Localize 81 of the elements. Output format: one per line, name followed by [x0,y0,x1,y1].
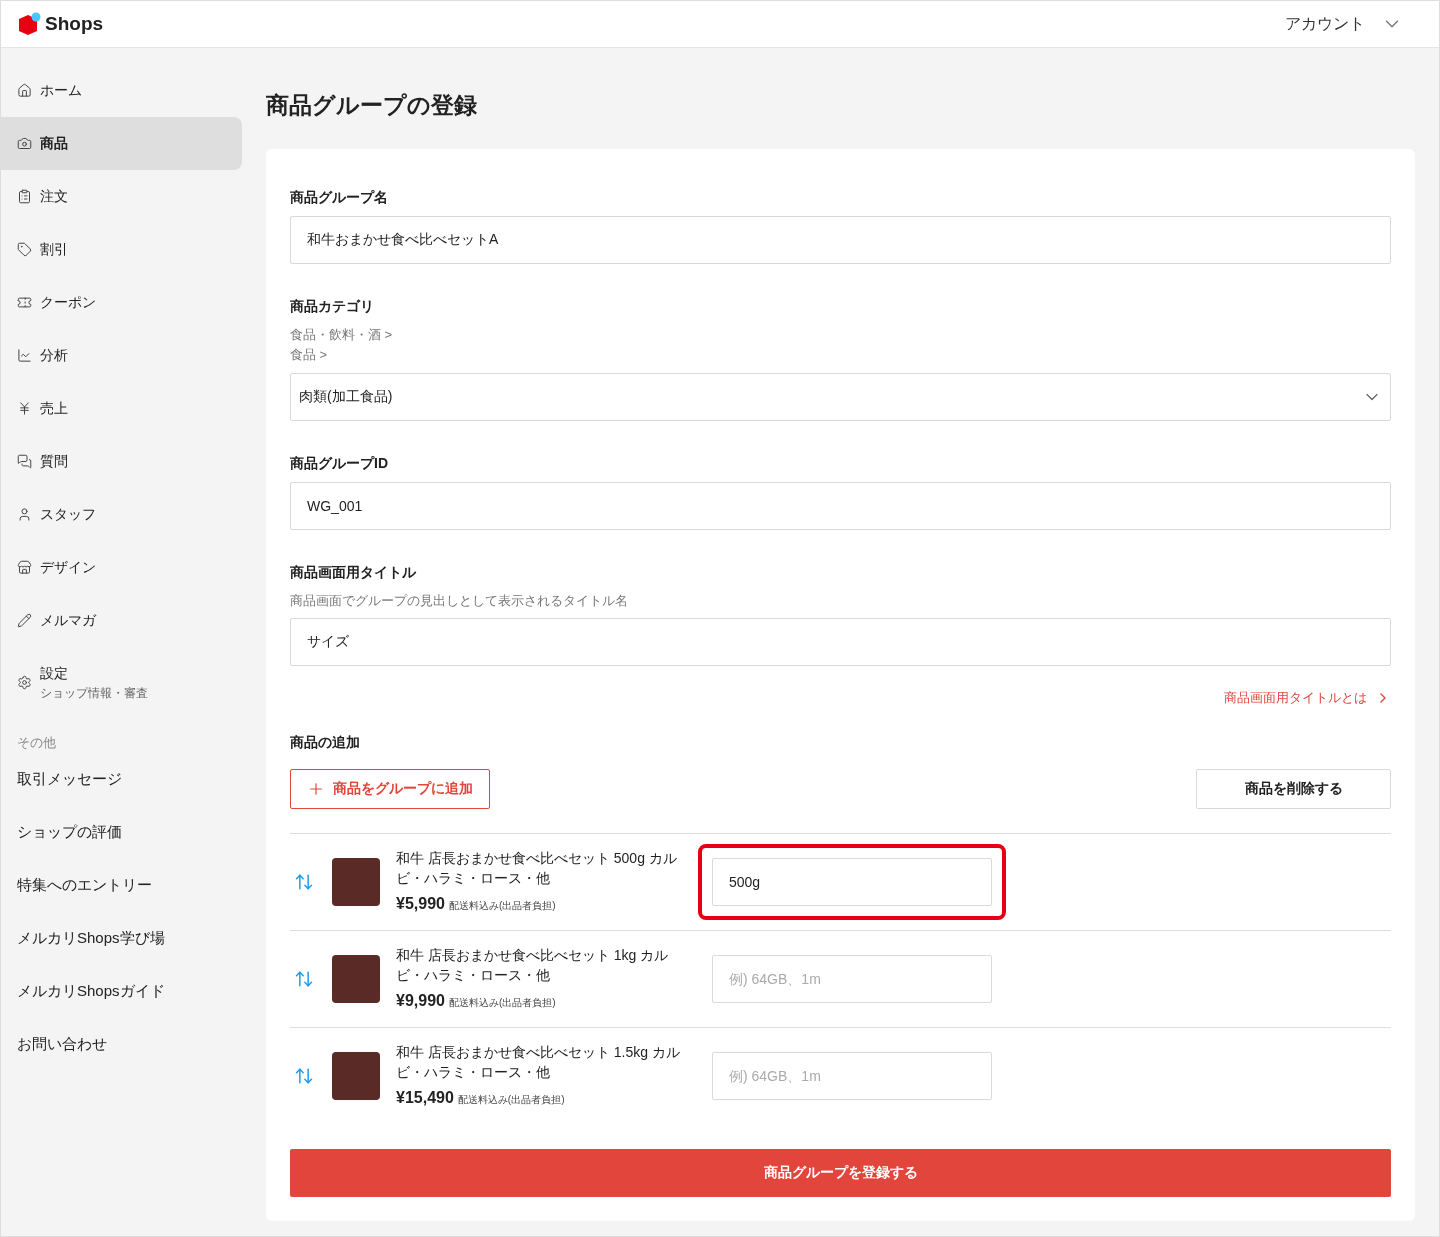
sidebar-item[interactable]: メルマガ [1,594,242,647]
sidebar-label: ホーム [40,81,82,100]
sidebar-item[interactable]: デザイン [1,541,242,594]
sidebar-item[interactable]: 分析 [1,329,242,382]
page-title: 商品グループの登録 [266,91,478,120]
sidebar-item[interactable]: ホーム [1,64,242,117]
help-text: 商品画面でグループの見出しとして表示されるタイトル名 [290,591,629,610]
product-price: ¥5,990 [396,893,445,914]
sidebar-link[interactable]: 取引メッセージ [17,767,122,791]
shipping-note: 配送料込み(出品者負担) [457,1093,565,1107]
logo-icon [17,12,41,36]
photo-placeholder [332,954,380,1003]
sidebar-item[interactable]: 割引 [1,223,242,276]
sidebar-link[interactable]: 特集へのエントリー [17,873,152,897]
reorder-icon [294,1066,314,1086]
chart-icon [17,348,32,363]
variant-field[interactable]: 例) 64GB、1m [712,954,992,1003]
field-label: 商品カテゴリ [290,296,375,316]
sidebar-label: スタッフ [40,505,96,524]
ticket-icon [17,295,32,310]
screen-title-field[interactable]: サイズ [290,618,1391,666]
chat-icon [17,454,32,469]
field-label: 商品グループID [290,453,389,473]
delete-product-button[interactable]: 商品を削除する [1196,768,1391,809]
sidebar-item[interactable]: 質問 [1,435,242,488]
help-link[interactable]: 商品画面用タイトルとは [1224,688,1391,708]
photo-placeholder [332,857,380,906]
camera-icon [17,136,32,151]
sidebar-item[interactable]: 注文 [1,170,242,223]
product-price: ¥15,490 [396,1088,454,1108]
home-icon [17,83,32,98]
field-label: 商品画面用タイトル [290,562,417,582]
pencil-icon [17,613,32,628]
person-icon [17,507,32,522]
field-label: 商品グループ名 [290,187,389,207]
shipping-note: 配送料込み(出品者負担) [448,995,556,1010]
submit-button[interactable]: 商品グループを登録する [290,1148,1391,1197]
sidebar-label: 売上 [40,399,68,418]
product-price: ¥9,990 [396,990,445,1011]
sidebar-item[interactable]: クーポン [1,276,242,329]
sidebar-label: 質問 [40,452,68,471]
store-icon [17,560,32,575]
variant-field[interactable]: 500g [712,857,992,906]
sidebar-label: 分析 [40,346,68,365]
section-heading: その他 [16,734,57,752]
sidebar-label: 商品 [40,134,68,153]
yen-icon [17,401,32,416]
tag-icon [17,242,32,257]
select-value: 肉類(加工食品) [299,387,393,406]
product-title: 和牛 店長おまかせ食べ比べセット 1.5kg カルビ・ハラミ・ロース・他 [396,1043,681,1082]
sidebar-item[interactable]: スタッフ [1,488,242,541]
sidebar-label: メルマガ [40,611,96,630]
category-path: 食品・飲料・酒 > [290,325,394,344]
group-name-field[interactable]: 和牛おまかせ食べ比べセットA [290,215,1391,264]
category-path: 食品 > [290,345,329,364]
sidebar-label: 設定 [40,663,69,683]
sidebar-label: デザイン [40,558,96,577]
sidebar-label: 割引 [40,240,68,259]
category-select[interactable]: 肉類(加工食品) [290,372,1391,421]
sidebar-link[interactable]: メルカリShops学び場 [17,926,165,950]
photo-placeholder [332,1052,380,1100]
list-icon [17,189,32,204]
logo-text: Shops [45,11,104,36]
product-title: 和牛 店長おまかせ食べ比べセット 500g カルビ・ハラミ・ロース・他 [396,848,678,888]
sidebar-link[interactable]: メルカリShopsガイド [17,979,165,1003]
sidebar-sublabel: ショップ情報・審査 [40,684,148,702]
add-product-button[interactable]: 商品をグループに追加 [290,768,490,809]
sidebar-item[interactable]: 売上 [1,382,242,435]
account-menu[interactable]: アカウント [1285,12,1423,36]
settings-icon [17,674,32,690]
sidebar-label: 注文 [40,187,68,206]
sidebar-link[interactable]: お問い合わせ [17,1032,107,1056]
group-id-field[interactable]: WG_001 [290,481,1391,530]
sidebar-item[interactable]: 商品 [1,117,242,170]
product-title: 和牛 店長おまかせ食べ比べセット 1kg カルビ・ハラミ・ロース・他 [396,945,670,985]
sidebar-item[interactable]: 設定 ショップ情報・審査 [1,647,242,717]
sidebar-link[interactable]: ショップの評価 [17,820,122,844]
shipping-note: 配送料込み(出品者負担) [448,898,556,913]
field-label: 商品の追加 [290,732,361,752]
sidebar-label: クーポン [40,293,96,312]
variant-field[interactable]: 例) 64GB、1m [712,1052,992,1100]
